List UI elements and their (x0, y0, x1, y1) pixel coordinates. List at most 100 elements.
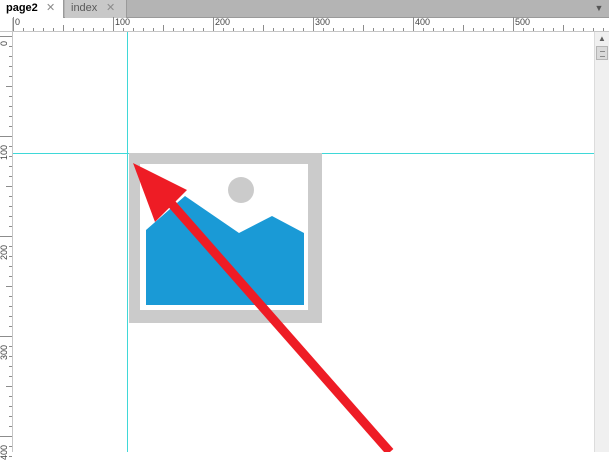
ruler-tick (283, 28, 284, 31)
ruler-tick (463, 25, 464, 31)
tab-label: index (71, 2, 98, 14)
ruler-tick (343, 28, 344, 31)
ruler-tick (0, 436, 12, 437)
ruler-tick (9, 76, 12, 77)
ruler-tick (333, 28, 334, 31)
ruler-tick (9, 346, 12, 347)
image-placeholder-icon (129, 153, 322, 323)
ruler-tick (303, 28, 304, 31)
ruler-tick (0, 136, 12, 137)
ruler-label-500: 500 (515, 17, 531, 27)
ruler-tick (503, 28, 504, 31)
ruler-tick (393, 28, 394, 31)
ruler-tick (593, 28, 594, 31)
ruler-tick (183, 28, 184, 31)
ruler-tick (9, 446, 12, 447)
tab-index[interactable]: index ✕ (65, 0, 127, 18)
design-canvas[interactable] (13, 32, 594, 452)
tab-page2[interactable]: page2 ✕ (0, 0, 64, 19)
ruler-label-400: 400 (0, 444, 9, 460)
ruler-tick (543, 28, 544, 31)
ruler-tick (0, 236, 12, 237)
ruler-tick (493, 28, 494, 31)
ruler-tick (9, 276, 12, 277)
ruler-corner (0, 18, 13, 32)
ruler-tick (9, 166, 12, 167)
ruler-tick (73, 28, 74, 31)
ruler-tick (483, 28, 484, 31)
ruler-tick (0, 36, 12, 37)
ruler-tick (9, 196, 12, 197)
ruler-tick (223, 28, 224, 31)
ruler-tick (9, 426, 12, 427)
ruler-tick (43, 28, 44, 31)
ruler-tick (83, 28, 84, 31)
close-icon[interactable]: ✕ (106, 0, 115, 16)
ruler-tick (93, 28, 94, 31)
ruler-tick (443, 28, 444, 31)
ruler-tick (213, 17, 214, 31)
ruler-tick (9, 246, 12, 247)
ruler-tick (9, 396, 12, 397)
ruler-tick (273, 28, 274, 31)
tab-scroll-down-icon[interactable]: ▼ (593, 2, 605, 14)
vertical-scrollbar[interactable]: ▲ (594, 32, 609, 452)
ruler-tick (313, 17, 314, 31)
vertical-guide[interactable] (127, 32, 128, 452)
ruler-tick (9, 116, 12, 117)
ruler-tick (473, 28, 474, 31)
ruler-tick (9, 106, 12, 107)
ruler-tick (583, 28, 584, 31)
ruler-tick (553, 28, 554, 31)
scrollbar-thumb[interactable] (596, 46, 608, 60)
ruler-tick (63, 25, 64, 31)
ruler-tick (533, 28, 534, 31)
close-icon[interactable]: ✕ (46, 0, 55, 16)
ruler-tick (6, 186, 12, 187)
ruler-tick (9, 176, 12, 177)
ruler-tick (453, 28, 454, 31)
image-placeholder-widget[interactable] (129, 153, 322, 323)
ruler-tick (9, 256, 12, 257)
ruler-tick (373, 28, 374, 31)
ruler-tick (9, 376, 12, 377)
ruler-tick (9, 326, 12, 327)
ruler-tick (163, 25, 164, 31)
ruler-label-0: 0 (0, 40, 9, 46)
ruler-tick (9, 316, 12, 317)
ruler-tick (9, 96, 12, 97)
ruler-tick (323, 28, 324, 31)
ruler-tick (9, 366, 12, 367)
horizontal-ruler[interactable]: 0 100 200 300 400 500 (13, 17, 609, 32)
ruler-tick (9, 156, 12, 157)
ruler-tick (253, 28, 254, 31)
ruler-tick (9, 66, 12, 67)
tab-label: page2 (6, 2, 38, 14)
ruler-tick (423, 28, 424, 31)
ruler-tick (263, 25, 264, 31)
ruler-tick (113, 17, 114, 31)
ruler-tick (6, 386, 12, 387)
ruler-tick (9, 406, 12, 407)
ruler-tick (9, 216, 12, 217)
vertical-ruler[interactable]: 0 100 200 300 400 (0, 32, 13, 460)
ruler-tick (603, 28, 604, 31)
ruler-tick (53, 28, 54, 31)
scroll-up-icon[interactable]: ▲ (596, 33, 608, 45)
ruler-tick (9, 126, 12, 127)
ruler-label-300: 300 (315, 17, 331, 27)
ruler-tick (363, 25, 364, 31)
ruler-tick (523, 28, 524, 31)
ruler-tick (0, 336, 12, 337)
ruler-tick (293, 28, 294, 31)
ruler-tick (6, 286, 12, 287)
ruler-tick (23, 28, 24, 31)
ruler-tick (9, 56, 12, 57)
ruler-tick (173, 28, 174, 31)
ruler-tick (13, 17, 14, 31)
ruler-label-200: 200 (215, 17, 231, 27)
ruler-tick (9, 46, 12, 47)
ruler-tick (353, 28, 354, 31)
ruler-label-0: 0 (15, 17, 21, 27)
ruler-tick (9, 416, 12, 417)
